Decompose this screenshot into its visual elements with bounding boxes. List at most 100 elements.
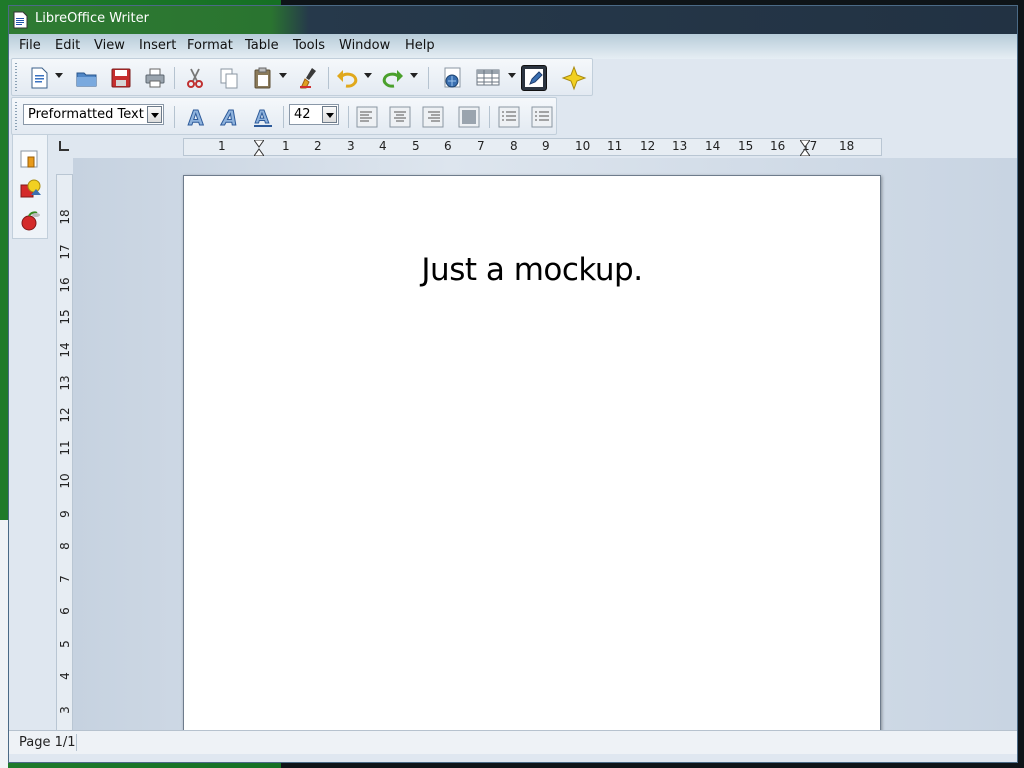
paste-dropdown-arrow[interactable] [279, 73, 287, 79]
writer-app-icon [13, 11, 28, 29]
ruler-tick-label: 10 [575, 139, 591, 153]
numbered-list-icon [498, 106, 520, 128]
font-size-value: 42 [294, 107, 311, 122]
bullet-list-icon [531, 106, 553, 128]
side-toolbar [12, 134, 48, 239]
redo-button[interactable] [380, 65, 406, 91]
align-center-button[interactable] [387, 104, 413, 130]
status-bar: Page 1/1 [9, 730, 1017, 754]
ruler-tick-label: 16 [58, 277, 72, 293]
copy-icon [220, 68, 238, 89]
open-button[interactable] [74, 65, 100, 91]
menu-edit[interactable]: Edit [55, 38, 80, 53]
ruler-tick-label: 12 [58, 407, 72, 423]
chevron-down-icon[interactable] [147, 106, 162, 123]
svg-text:A: A [255, 107, 269, 128]
print-button[interactable] [142, 65, 168, 91]
undo-dropdown-arrow[interactable] [364, 73, 372, 79]
menu-insert[interactable]: Insert [139, 38, 176, 53]
document-text[interactable]: Just a mockup. [184, 252, 880, 288]
ruler-tick-label: 4 [379, 139, 387, 153]
ruler-tick-label: 3 [347, 139, 355, 153]
ruler-tick-label: 15 [738, 139, 754, 153]
menu-table[interactable]: Table [245, 38, 279, 53]
ruler-tick-label: 8 [58, 542, 72, 550]
margin-marker-icon[interactable] [800, 140, 810, 156]
numbering-button[interactable] [496, 104, 522, 130]
toolbar-separator [489, 106, 490, 128]
document-page[interactable]: Just a mockup. [183, 175, 881, 735]
ruler-tick-label: 13 [58, 375, 72, 391]
gallery-star-icon [561, 65, 587, 91]
draw-functions-button[interactable] [521, 65, 547, 91]
toolbar-separator [428, 67, 429, 89]
font-size-combobox[interactable]: 42 [289, 104, 339, 125]
paste-button[interactable] [250, 65, 276, 91]
horizontal-ruler[interactable]: 1 1 2 3 4 5 6 7 8 9 10 11 12 13 14 15 16 17 18 [183, 138, 882, 156]
ruler-tick-label: 10 [58, 473, 72, 489]
cut-button[interactable] [182, 65, 208, 91]
gallery-button[interactable] [561, 65, 587, 91]
italic-button[interactable]: A [217, 104, 243, 131]
align-left-button[interactable] [354, 104, 380, 130]
insert-table-button[interactable] [474, 65, 504, 91]
toolbar-grip[interactable] [15, 102, 17, 130]
redo-dropdown-arrow[interactable] [410, 73, 418, 79]
ruler-tick-label: 11 [607, 139, 623, 153]
align-left-icon [356, 106, 378, 128]
menu-format[interactable]: Format [187, 38, 233, 53]
draw-pencil-icon [525, 69, 543, 87]
page-count[interactable]: Page 1/1 [19, 735, 76, 750]
ruler-tick-label: 3 [58, 706, 72, 714]
clone-formatting-button[interactable] [296, 65, 322, 91]
paragraph-style-combobox[interactable]: Preformatted Text [23, 104, 164, 125]
menu-tools[interactable]: Tools [293, 38, 325, 53]
toolbar-separator [328, 67, 329, 89]
save-icon [111, 68, 131, 88]
ruler-tick-label: 2 [314, 139, 322, 153]
ruler-tick-label: 8 [510, 139, 518, 153]
scissors-icon [187, 68, 203, 88]
svg-text:A: A [188, 106, 204, 130]
menu-view[interactable]: View [94, 38, 125, 53]
new-document-icon [31, 67, 48, 89]
save-button[interactable] [108, 65, 134, 91]
gallery-objects-button[interactable] [18, 207, 44, 233]
toolbar-separator [174, 67, 175, 89]
paste-clipboard-icon [254, 67, 271, 89]
ruler-tick-label: 6 [58, 607, 72, 615]
bullets-button[interactable] [529, 104, 555, 130]
margin-marker-icon[interactable] [254, 140, 264, 156]
tab-stop-selector[interactable] [59, 141, 69, 151]
toolbar-grip[interactable] [15, 63, 17, 91]
copy-button[interactable] [216, 65, 242, 91]
new-dropdown-arrow[interactable] [55, 73, 63, 79]
table-dropdown-arrow[interactable] [508, 73, 516, 79]
align-right-button[interactable] [420, 104, 446, 130]
vertical-ruler[interactable]: 18 17 16 15 14 13 12 11 10 9 8 7 6 5 4 3 [56, 174, 73, 734]
ruler-tick-label: 7 [58, 575, 72, 583]
menu-help[interactable]: Help [405, 38, 435, 53]
ruler-tick-label: 13 [672, 139, 688, 153]
bold-button[interactable]: A [184, 104, 210, 131]
form-control-button[interactable] [18, 147, 44, 173]
ruler-tick-label: 5 [412, 139, 420, 153]
open-folder-icon [76, 72, 97, 87]
redo-arrow-icon [382, 70, 403, 88]
menu-window[interactable]: Window [339, 38, 390, 53]
paragraph-style-value: Preformatted Text [28, 107, 144, 122]
title-bar[interactable]: LibreOffice Writer [9, 6, 1017, 34]
menu-file[interactable]: File [19, 38, 41, 53]
menu-bar: File Edit View Insert Format Table Tools… [9, 34, 1017, 59]
undo-button[interactable] [334, 65, 360, 91]
underline-button[interactable]: A [250, 104, 276, 130]
align-center-icon [389, 106, 411, 128]
shapes-button[interactable] [18, 177, 44, 203]
navigator-button[interactable] [440, 65, 466, 91]
navigator-icon [444, 67, 461, 88]
justify-button[interactable] [456, 104, 482, 130]
chevron-down-icon[interactable] [322, 106, 337, 123]
ruler-tick-label: 7 [477, 139, 485, 153]
table-grid-icon [476, 69, 500, 86]
new-document-button[interactable] [26, 65, 52, 91]
